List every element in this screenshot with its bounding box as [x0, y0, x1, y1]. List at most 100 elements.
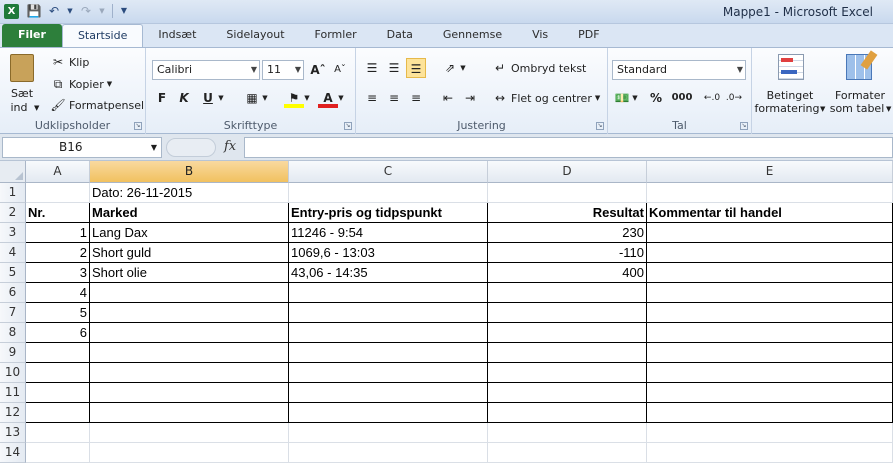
cell-e9[interactable]: [647, 343, 893, 363]
fill-color-dropdown-icon[interactable]: ▼: [302, 88, 312, 108]
tab-page-layout[interactable]: Sidelayout: [211, 24, 299, 47]
tab-data[interactable]: Data: [372, 24, 428, 47]
clipboard-launcher-icon[interactable]: ↘: [134, 122, 142, 130]
formula-input[interactable]: [244, 137, 893, 158]
cut-button[interactable]: ✂ Klip: [50, 54, 89, 70]
font-color-dropdown-icon[interactable]: ▼: [336, 88, 346, 108]
cell-b11[interactable]: [90, 383, 289, 403]
bold-button[interactable]: F: [152, 88, 172, 108]
cell-b9[interactable]: [90, 343, 289, 363]
cell-d6[interactable]: [488, 283, 647, 303]
cell-c13[interactable]: [289, 423, 488, 443]
cell-d9[interactable]: [488, 343, 647, 363]
cell-a3[interactable]: 1: [26, 223, 90, 243]
cell-d1[interactable]: [488, 183, 647, 203]
cell-e1[interactable]: [647, 183, 893, 203]
cell-c3[interactable]: 11246 - 9:54: [289, 223, 488, 243]
cell-c11[interactable]: [289, 383, 488, 403]
cell-d5[interactable]: 400: [488, 263, 647, 283]
cell-d14[interactable]: [488, 443, 647, 463]
format-painter-button[interactable]: 🖌 Formatpensel: [50, 97, 144, 113]
currency-dropdown-icon[interactable]: ▼: [630, 88, 640, 108]
italic-button[interactable]: K: [174, 88, 194, 108]
font-color-icon[interactable]: A: [318, 88, 338, 108]
cell-b10[interactable]: [90, 363, 289, 383]
tab-file[interactable]: Filer: [2, 24, 62, 47]
copy-button[interactable]: ⧉ Kopier ▼: [50, 76, 112, 92]
cell-e5[interactable]: [647, 263, 893, 283]
number-format-select[interactable]: Standard ▼: [612, 60, 746, 80]
insert-function-icon[interactable]: fx: [224, 139, 236, 154]
cell-e13[interactable]: [647, 423, 893, 443]
cell-a6[interactable]: 4: [26, 283, 90, 303]
alignment-launcher-icon[interactable]: ↘: [596, 122, 604, 130]
align-top-icon[interactable]: ☰: [362, 58, 382, 78]
tab-insert[interactable]: Indsæt: [143, 24, 211, 47]
underline-button[interactable]: U: [198, 88, 218, 108]
cell-c8[interactable]: [289, 323, 488, 343]
column-header-b[interactable]: B: [90, 161, 289, 183]
cell-b2[interactable]: Marked: [90, 203, 289, 223]
cell-d7[interactable]: [488, 303, 647, 323]
cell-e6[interactable]: [647, 283, 893, 303]
shrink-font-icon[interactable]: Aˇ: [330, 60, 350, 80]
cell-c10[interactable]: [289, 363, 488, 383]
cell-b13[interactable]: [90, 423, 289, 443]
align-left-icon[interactable]: ≡: [362, 88, 382, 108]
format-as-table-button[interactable]: Formater som tabel ▼: [828, 50, 892, 116]
wrap-text-button[interactable]: ↵ Ombryd tekst: [492, 60, 586, 76]
currency-icon[interactable]: 💵: [612, 88, 632, 108]
paste-button[interactable]: Sæt ind ▼: [4, 52, 40, 114]
cell-b8[interactable]: [90, 323, 289, 343]
cell-e11[interactable]: [647, 383, 893, 403]
cell-d11[interactable]: [488, 383, 647, 403]
underline-dropdown-icon[interactable]: ▼: [216, 88, 226, 108]
row-header[interactable]: 5: [0, 263, 26, 283]
borders-dropdown-icon[interactable]: ▼: [260, 88, 270, 108]
select-all-button[interactable]: [0, 161, 26, 183]
cell-c14[interactable]: [289, 443, 488, 463]
name-box[interactable]: B16 ▼: [2, 137, 162, 158]
row-header[interactable]: 14: [0, 443, 26, 463]
tab-review[interactable]: Gennemse: [428, 24, 517, 47]
tab-home[interactable]: Startside: [61, 24, 144, 48]
cell-a12[interactable]: [26, 403, 90, 423]
fill-color-icon[interactable]: ⚑: [284, 88, 304, 108]
row-header[interactable]: 7: [0, 303, 26, 323]
orientation-icon[interactable]: ⇗: [440, 58, 460, 78]
cell-a8[interactable]: 6: [26, 323, 90, 343]
cell-d4[interactable]: -110: [488, 243, 647, 263]
tab-formulas[interactable]: Formler: [300, 24, 372, 47]
row-header[interactable]: 13: [0, 423, 26, 443]
merge-center-button[interactable]: ↔ Flet og centrer ▼: [492, 90, 600, 106]
grow-font-icon[interactable]: Aˆ: [308, 60, 328, 80]
cell-a11[interactable]: [26, 383, 90, 403]
conditional-formatting-button[interactable]: Betinget formatering ▼: [754, 52, 826, 116]
cell-b14[interactable]: [90, 443, 289, 463]
cell-c6[interactable]: [289, 283, 488, 303]
cell-b12[interactable]: [90, 403, 289, 423]
row-header[interactable]: 3: [0, 223, 26, 243]
row-header[interactable]: 6: [0, 283, 26, 303]
orientation-dropdown-icon[interactable]: ▼: [458, 58, 468, 78]
row-header[interactable]: 2: [0, 203, 26, 223]
decrease-indent-icon[interactable]: ⇤: [438, 88, 458, 108]
row-header[interactable]: 8: [0, 323, 26, 343]
column-header-c[interactable]: C: [289, 161, 488, 183]
cell-b1[interactable]: Dato: 26-11-2015: [90, 183, 289, 203]
column-header-a[interactable]: A: [26, 161, 90, 183]
column-header-e[interactable]: E: [647, 161, 893, 183]
row-header[interactable]: 12: [0, 403, 26, 423]
font-size-select[interactable]: 11 ▼: [262, 60, 304, 80]
cell-c7[interactable]: [289, 303, 488, 323]
cell-a2[interactable]: Nr.: [26, 203, 90, 223]
cell-c12[interactable]: [289, 403, 488, 423]
cell-e10[interactable]: [647, 363, 893, 383]
cell-c5[interactable]: 43,06 - 14:35: [289, 263, 488, 283]
font-launcher-icon[interactable]: ↘: [344, 122, 352, 130]
cell-a1[interactable]: [26, 183, 90, 203]
font-name-select[interactable]: Calibri ▼: [152, 60, 260, 80]
increase-indent-icon[interactable]: ⇥: [460, 88, 480, 108]
row-header[interactable]: 1: [0, 183, 26, 203]
cell-c9[interactable]: [289, 343, 488, 363]
